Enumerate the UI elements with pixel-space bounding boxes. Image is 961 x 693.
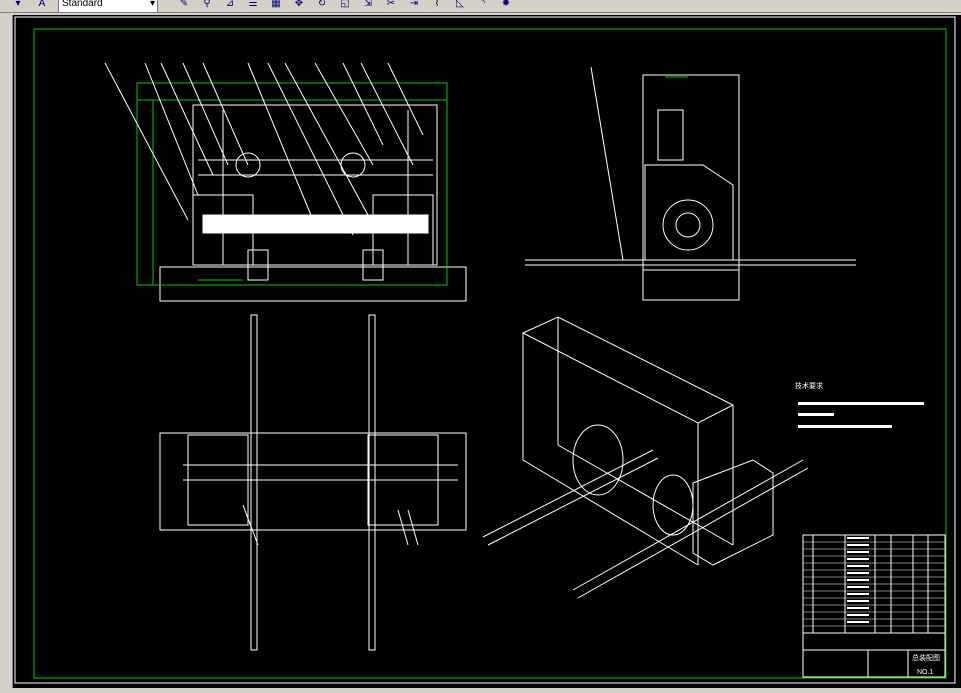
bom-cell-text [847,551,869,553]
bom-cell-text [847,579,869,581]
bom-rows [803,537,945,627]
tech-requirements-label: 技术要求 [795,381,823,390]
explode-icon[interactable]: ✸ [500,0,512,10]
mirror-icon[interactable]: ⊿ [224,0,236,10]
bom-cell-text [847,565,869,567]
chevron-down-icon: ▾ [149,0,155,9]
top-view [159,314,467,651]
link-icon[interactable]: ⚲ [201,0,213,10]
drawing-canvas[interactable]: 技术要求 总装配图 NO.1 [12,15,961,688]
bom-cell-text [847,572,869,574]
rotate-icon[interactable]: ↻ [316,0,328,10]
text-style-select[interactable]: Standard ▾ [58,0,158,12]
move-icon[interactable]: ✥ [293,0,305,10]
pencil-icon[interactable]: ✎ [178,0,190,10]
front-dimensions [136,82,448,286]
bom-cell-text [847,607,869,609]
break-icon[interactable]: ⌇ [431,0,443,10]
bom-cell-text [847,600,869,602]
bom-cell-text [847,558,869,560]
scale-icon[interactable]: ◱ [339,0,351,10]
stretch-icon[interactable]: ⇲ [362,0,374,10]
bom-cell-text [847,537,869,539]
chamfer-icon[interactable]: ◺ [454,0,466,10]
tech-requirements-lines [798,402,924,428]
dropdown-arrow-icon[interactable]: ▾ [12,0,24,10]
fillet-icon[interactable]: ◝ [477,0,489,10]
side-view [525,66,856,301]
toolbar: ▾ A Standard ▾ ✎ ⚲ ⊿ ☰ ▦ ✥ ↻ ◱ ⇲ ✂ ⇥ ⌇ ◺ ◝ ✸ [0,0,961,13]
list-icon[interactable]: ☰ [247,0,259,10]
trim-icon[interactable]: ✂ [385,0,397,10]
bom-cell-text [847,593,869,595]
bom-cell-text [847,544,869,546]
bom-cell-text [847,614,869,616]
bom-cell-text [847,586,869,588]
bom-cell-text [847,621,869,623]
front-view [159,104,467,302]
drawing-frame-outer [14,16,956,684]
title-block-number: NO.1 [917,669,933,676]
text-style-icon[interactable]: A [36,0,48,10]
extend-icon[interactable]: ⇥ [408,0,420,10]
text-style-value: Standard [62,0,103,9]
title-block-name: 总装配图 [912,653,940,662]
grid-icon[interactable]: ▦ [270,0,282,10]
isometric-view [482,316,809,599]
